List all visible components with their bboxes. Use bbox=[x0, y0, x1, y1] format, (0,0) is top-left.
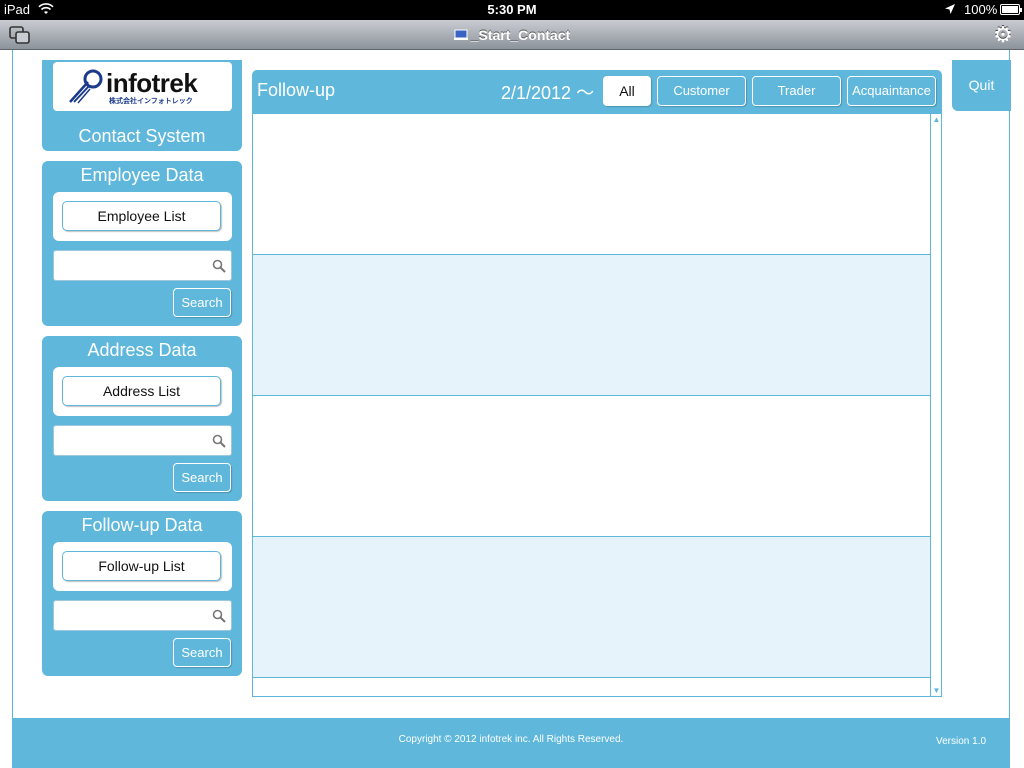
followup-list-button[interactable]: Follow-up List bbox=[62, 551, 221, 581]
footer: Copyright © 2012 infotrek inc. All Right… bbox=[12, 718, 1010, 768]
address-panel-title: Address Data bbox=[87, 340, 197, 360]
comet-icon bbox=[69, 69, 103, 104]
followup-panel-title: Follow-up Data bbox=[81, 515, 203, 535]
followup-search-button[interactable]: Search bbox=[173, 638, 231, 667]
list-item[interactable] bbox=[253, 114, 930, 255]
vertical-scrollbar[interactable]: ▲ ▼ bbox=[930, 114, 941, 696]
followup-list-wrap: Follow-up List bbox=[53, 542, 232, 591]
search-icon bbox=[212, 434, 226, 448]
list-item[interactable] bbox=[253, 255, 930, 396]
logo-panel: infotrek 株式会社インフォトレック Contact System bbox=[42, 60, 242, 151]
logo-name: infotrek bbox=[106, 68, 198, 98]
scroll-down-icon[interactable]: ▼ bbox=[932, 686, 941, 695]
status-bar: iPad 5:30 PM 100% bbox=[0, 0, 1024, 20]
copyright-text: Copyright © 2012 infotrek inc. All Right… bbox=[398, 734, 624, 745]
list-item[interactable] bbox=[253, 396, 930, 537]
address-search-box bbox=[53, 425, 232, 456]
scroll-up-icon[interactable]: ▲ bbox=[932, 115, 941, 124]
followup-search-box bbox=[53, 600, 232, 631]
quit-button[interactable]: Quit bbox=[952, 60, 1011, 111]
logo-subtitle: 株式会社インフォトレック bbox=[109, 98, 193, 105]
clock: 5:30 PM bbox=[487, 2, 537, 17]
app-caption: Contact System bbox=[78, 126, 206, 146]
address-list-button[interactable]: Address List bbox=[62, 376, 221, 406]
followup-date[interactable]: 2/1/2012 ～ bbox=[501, 79, 594, 105]
followup-main: Follow-up 2/1/2012 ～ All Customer Trader… bbox=[252, 70, 942, 697]
filter-all-button[interactable]: All bbox=[603, 76, 651, 106]
battery-percent: 100% bbox=[964, 2, 998, 17]
filter-trader-button[interactable]: Trader bbox=[752, 76, 841, 106]
logo: infotrek 株式会社インフォトレック bbox=[53, 62, 232, 111]
followup-panel: Follow-up Data Follow-up List Search bbox=[42, 511, 242, 676]
title-bar: _Start_Contact ⚙ bbox=[0, 20, 1024, 50]
employee-search-input[interactable] bbox=[58, 255, 203, 277]
address-list-wrap: Address List bbox=[53, 367, 232, 416]
employee-panel-title: Employee Data bbox=[80, 165, 204, 185]
employee-list-wrap: Employee List bbox=[53, 192, 232, 241]
employee-list-button[interactable]: Employee List bbox=[62, 201, 221, 231]
address-panel: Address Data Address List Search bbox=[42, 336, 242, 501]
battery-icon bbox=[1000, 4, 1022, 15]
employee-search-button[interactable]: Search bbox=[173, 288, 231, 317]
employee-search-box bbox=[53, 250, 232, 281]
window-title-text: _Start_Contact bbox=[470, 27, 571, 43]
document-icon bbox=[453, 29, 468, 40]
filter-acquaintance-button[interactable]: Acquaintance bbox=[847, 76, 936, 106]
location-icon bbox=[945, 4, 955, 14]
followup-list: ▲ ▼ bbox=[252, 113, 942, 697]
followup-search-input[interactable] bbox=[58, 605, 203, 627]
address-search-button[interactable]: Search bbox=[173, 463, 231, 492]
version-text: Version 1.0 bbox=[936, 736, 987, 747]
window-title: _Start_Contact bbox=[0, 27, 1024, 43]
filter-customer-button[interactable]: Customer bbox=[657, 76, 746, 106]
search-icon bbox=[212, 609, 226, 623]
followup-title: Follow-up bbox=[257, 80, 336, 100]
address-search-input[interactable] bbox=[58, 430, 203, 452]
employee-panel: Employee Data Employee List Search bbox=[42, 161, 242, 326]
list-item[interactable] bbox=[253, 537, 930, 678]
search-icon bbox=[212, 259, 226, 273]
gear-icon[interactable]: ⚙ bbox=[991, 24, 1015, 46]
